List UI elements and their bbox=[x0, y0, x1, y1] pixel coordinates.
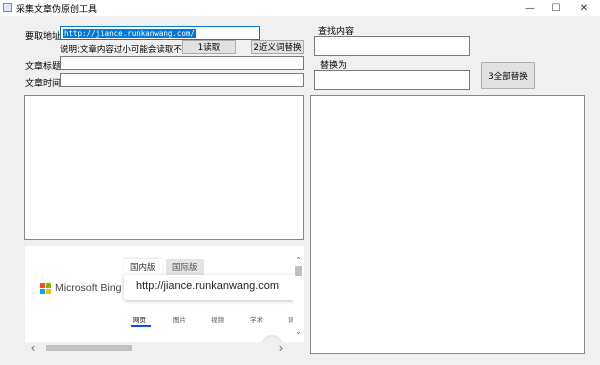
ms-logo-square bbox=[40, 288, 45, 294]
replace-input[interactable] bbox=[314, 70, 470, 90]
url-label: 要取地址 bbox=[25, 32, 62, 42]
ms-logo-square bbox=[46, 288, 51, 294]
scroll-left-icon[interactable]: ‹ bbox=[25, 341, 41, 355]
article-title-label: 文章标题: bbox=[25, 62, 65, 72]
close-button[interactable]: ✕ bbox=[572, 0, 596, 16]
ms-logo-square bbox=[40, 282, 45, 288]
nav-active-underline bbox=[131, 325, 151, 327]
nav-images[interactable]: 图片 bbox=[173, 314, 186, 324]
tab-domestic[interactable]: 国内版 bbox=[124, 259, 162, 275]
bing-search-box[interactable]: http://jiance.runkanwang.com bbox=[124, 275, 296, 300]
vertical-scrollbar[interactable]: ⌃ ⌄ bbox=[293, 255, 304, 337]
article-time-input[interactable] bbox=[60, 73, 304, 87]
source-content-pane[interactable] bbox=[24, 95, 304, 240]
bing-logo-text: Microsoft Bing bbox=[55, 282, 122, 294]
scroll-down-icon[interactable]: ⌄ bbox=[293, 325, 304, 337]
bing-search-text: http://jiance.runkanwang.com bbox=[136, 280, 280, 292]
nav-academic[interactable]: 学术 bbox=[250, 314, 263, 324]
find-input[interactable] bbox=[314, 36, 470, 56]
nav-web[interactable]: 网页 bbox=[133, 314, 146, 324]
result-content-pane[interactable] bbox=[310, 95, 585, 354]
read-button[interactable]: 1读取 bbox=[182, 40, 236, 54]
scroll-right-icon[interactable]: › bbox=[273, 341, 289, 355]
article-time-label: 文章时间: bbox=[25, 79, 65, 89]
ms-logo-square bbox=[46, 282, 51, 288]
bing-logo: Microsoft Bing bbox=[40, 282, 122, 294]
title-bar: 采集文章伪原创工具 — ☐ ✕ bbox=[0, 0, 600, 16]
url-input-value: http://jiance.runkanwang.com/ bbox=[63, 29, 196, 38]
horizontal-scroll-thumb[interactable] bbox=[46, 345, 132, 351]
window-title: 采集文章伪原创工具 bbox=[16, 5, 98, 15]
nav-videos[interactable]: 视频 bbox=[211, 314, 224, 324]
embedded-browser[interactable]: Microsoft Bing 国内版 国际版 http://jiance.run… bbox=[25, 246, 304, 342]
vertical-scroll-thumb[interactable] bbox=[295, 266, 302, 276]
scroll-up-icon[interactable]: ⌃ bbox=[293, 255, 304, 265]
synonym-replace-button[interactable]: 2近义词替换 bbox=[251, 40, 304, 54]
url-input[interactable]: http://jiance.runkanwang.com/ bbox=[60, 26, 260, 40]
article-title-input[interactable] bbox=[60, 56, 304, 70]
replace-all-button[interactable]: 3全部替换 bbox=[481, 62, 535, 89]
minimize-button[interactable]: — bbox=[518, 0, 542, 16]
microsoft-logo-icon bbox=[40, 282, 51, 294]
tab-international[interactable]: 国际版 bbox=[166, 259, 204, 275]
horizontal-scrollbar[interactable]: ‹ › bbox=[25, 341, 293, 355]
app-icon bbox=[3, 3, 12, 12]
maximize-button[interactable]: ☐ bbox=[544, 0, 568, 16]
note-text: 说明:文章内容过小可能会读取不了.. bbox=[60, 45, 196, 55]
